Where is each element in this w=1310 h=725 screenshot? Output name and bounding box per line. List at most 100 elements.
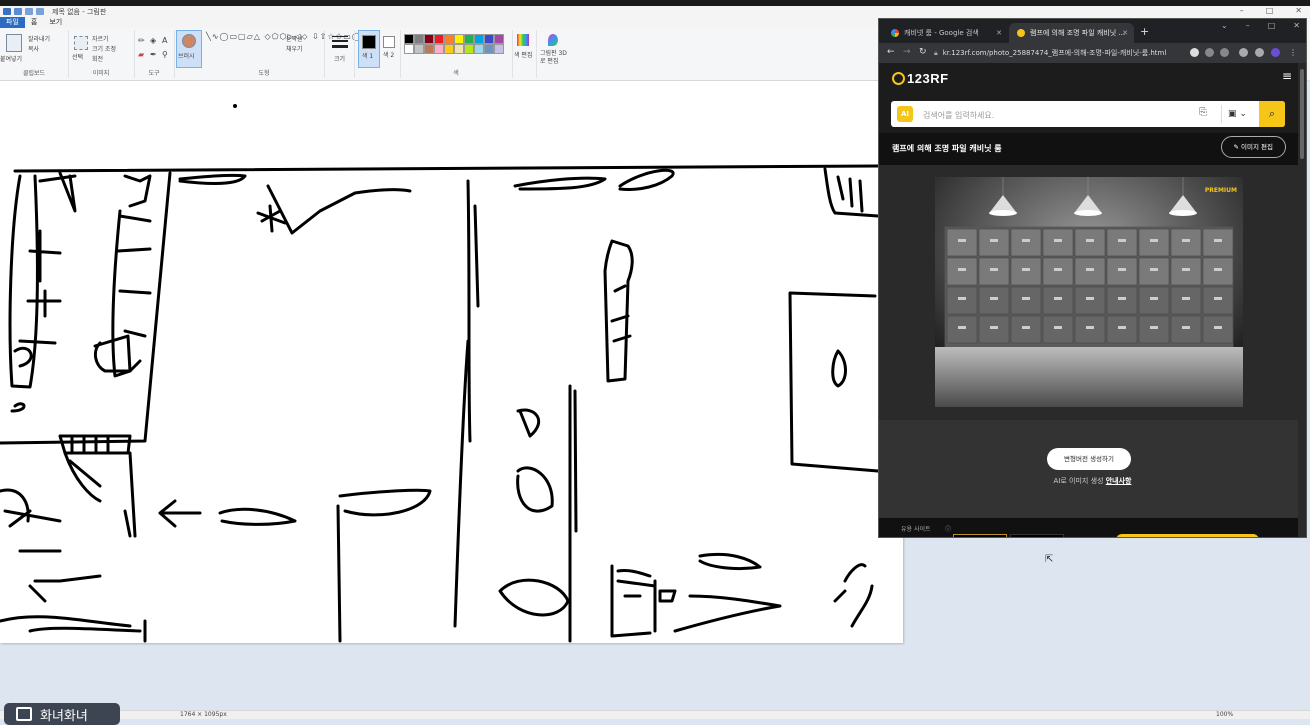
crop-button[interactable]: 자르기	[92, 34, 109, 43]
text-icon[interactable]: A	[162, 36, 167, 45]
palette-swatch[interactable]	[484, 44, 494, 54]
side-panel-icon[interactable]	[1255, 48, 1264, 57]
taskbar-button[interactable]: 화녀화녀	[4, 703, 120, 725]
ai-search-badge[interactable]: AI	[897, 106, 913, 122]
site-search-input[interactable]	[921, 107, 1195, 123]
rotate-button[interactable]: 회전	[92, 54, 103, 63]
tab-google-search[interactable]: 캐비넷 룸 - Google 검색 ✕	[883, 23, 1008, 43]
chrome-window: 캐비넷 룸 - Google 검색 ✕ 램프에 의해 조명 파일 캐비닛 ...…	[878, 18, 1307, 538]
paint3d-button[interactable]: 그림판 3D로 편집	[536, 30, 572, 78]
related-thumbnail[interactable]	[953, 534, 1007, 537]
palette-swatch[interactable]	[464, 34, 474, 44]
tab-home[interactable]: 홈	[25, 17, 43, 28]
resize-button[interactable]: 크기 조정	[92, 44, 116, 53]
magnifier-icon[interactable]: ⚲	[162, 50, 168, 59]
size-line-1	[332, 36, 348, 37]
bookmark-star-icon[interactable]	[1220, 48, 1229, 57]
palette-swatch[interactable]	[414, 34, 424, 44]
cut-button[interactable]: 잘라내기	[28, 34, 50, 43]
palette-swatch[interactable]	[454, 34, 464, 44]
minimize-icon[interactable]: –	[1240, 6, 1244, 15]
outline-button[interactable]: 윤곽선	[286, 34, 303, 43]
related-thumbnail[interactable]	[1010, 534, 1064, 537]
minimize-icon[interactable]: –	[1246, 21, 1250, 30]
search-button[interactable]: ⌕	[1259, 101, 1285, 127]
pencil-icon[interactable]: ✏	[138, 36, 145, 45]
close-icon[interactable]: ✕	[1293, 21, 1300, 30]
edit-image-button[interactable]: ✎ 이미지 편집	[1220, 136, 1286, 158]
reading-list-icon[interactable]	[1239, 48, 1248, 57]
save-icon[interactable]	[14, 8, 22, 15]
file-cabinet-room-image	[935, 177, 1243, 407]
select-button[interactable]: 선택	[72, 52, 83, 61]
tab-file[interactable]: 파일	[0, 17, 25, 28]
image-type-dropdown[interactable]: ▣ ⌄	[1221, 105, 1251, 123]
stock-photo[interactable]: PREMIUM	[935, 177, 1243, 407]
select-icon[interactable]	[74, 36, 88, 50]
palette-swatch[interactable]	[424, 34, 434, 44]
paste-button[interactable]: 붙여넣기	[0, 54, 22, 63]
forward-icon[interactable]: →	[903, 47, 911, 57]
download-button[interactable]	[1116, 534, 1259, 537]
palette-swatch[interactable]	[434, 44, 444, 54]
chevron-down-icon[interactable]: ⌄	[1221, 21, 1228, 30]
zoom-level[interactable]: 100%	[1216, 711, 1233, 718]
undo-icon[interactable]	[25, 8, 33, 15]
fill-button[interactable]: 채우기	[286, 44, 303, 53]
close-tab-icon[interactable]: ✕	[1122, 29, 1128, 37]
palette-swatch[interactable]	[464, 44, 474, 54]
camera-search-icon[interactable]: ⎘	[1199, 107, 1207, 118]
google-lens-icon[interactable]	[1190, 48, 1199, 57]
palette-swatch[interactable]	[404, 34, 414, 44]
edit-image-label: 이미지 편집	[1241, 143, 1273, 151]
paste-icon[interactable]	[6, 34, 22, 52]
123rf-logo[interactable]: 123RF	[892, 71, 949, 86]
more-menu-icon[interactable]: ⋮	[1289, 48, 1298, 57]
palette-swatch[interactable]	[404, 44, 414, 54]
paint-title-bar: 제목 없음 - 그림판 – □ ✕	[0, 6, 1310, 17]
size-button[interactable]: 크기	[334, 54, 345, 63]
ai-note-text: AI로 이미지 생성	[1053, 477, 1104, 485]
close-tab-icon[interactable]: ✕	[996, 29, 1002, 37]
drawing-canvas[interactable]	[0, 81, 903, 643]
generate-variation-button[interactable]: 변형버전 생성하기	[1047, 448, 1131, 470]
fill-icon[interactable]: ◈	[150, 36, 156, 45]
palette-swatch[interactable]	[494, 34, 504, 44]
address-url: kr.123rf.com/photo_25887474_램프에-의해-조명-파일…	[942, 49, 1167, 57]
scrollbar-thumb[interactable]	[1300, 69, 1304, 159]
close-icon[interactable]: ✕	[1295, 6, 1302, 15]
palette-swatch[interactable]	[484, 34, 494, 44]
new-tab-icon[interactable]: +	[1140, 25, 1149, 38]
eraser-icon[interactable]: ▰	[138, 50, 144, 59]
copy-button[interactable]: 복사	[28, 44, 39, 53]
color1-button[interactable]: 색 1	[358, 30, 380, 68]
palette-swatch[interactable]	[474, 34, 484, 44]
palette-swatch[interactable]	[424, 44, 434, 54]
tab-view[interactable]: 보기	[43, 17, 68, 28]
tab-123rf[interactable]: 램프에 의해 조명 파일 캐비닛 ... ✕	[1009, 23, 1134, 43]
hamburger-menu-icon[interactable]: ≡	[1282, 69, 1292, 83]
back-icon[interactable]: ←	[887, 47, 895, 57]
edit-colors-button[interactable]: 색 편집	[512, 30, 537, 78]
color-picker-icon[interactable]: ✒	[150, 50, 157, 59]
share-icon[interactable]	[1205, 48, 1214, 57]
maximize-icon[interactable]: □	[1268, 21, 1276, 30]
generate-panel: 변형버전 생성하기 AI로 이미지 생성 안내사항	[879, 420, 1306, 518]
ai-note-link[interactable]: 안내사항	[1106, 477, 1132, 485]
reload-icon[interactable]: ↻	[919, 47, 927, 57]
redo-icon[interactable]	[36, 8, 44, 15]
color2-button[interactable]: 색 2	[380, 30, 401, 78]
profile-avatar[interactable]	[1271, 48, 1280, 57]
palette-swatch[interactable]	[494, 44, 504, 54]
palette-swatch[interactable]	[454, 44, 464, 54]
page-scrollbar[interactable]	[1298, 63, 1306, 537]
brush-button[interactable]: 브러시	[176, 30, 202, 68]
palette-swatch[interactable]	[444, 34, 454, 44]
info-icon[interactable]: ⓘ	[945, 524, 951, 533]
address-bar[interactable]: 🔒︎ kr.123rf.com/photo_25887474_램프에-의해-조명-…	[934, 47, 1184, 60]
palette-swatch[interactable]	[444, 44, 454, 54]
palette-swatch[interactable]	[474, 44, 484, 54]
palette-swatch[interactable]	[414, 44, 424, 54]
maximize-icon[interactable]: □	[1266, 6, 1274, 15]
palette-swatch[interactable]	[434, 34, 444, 44]
